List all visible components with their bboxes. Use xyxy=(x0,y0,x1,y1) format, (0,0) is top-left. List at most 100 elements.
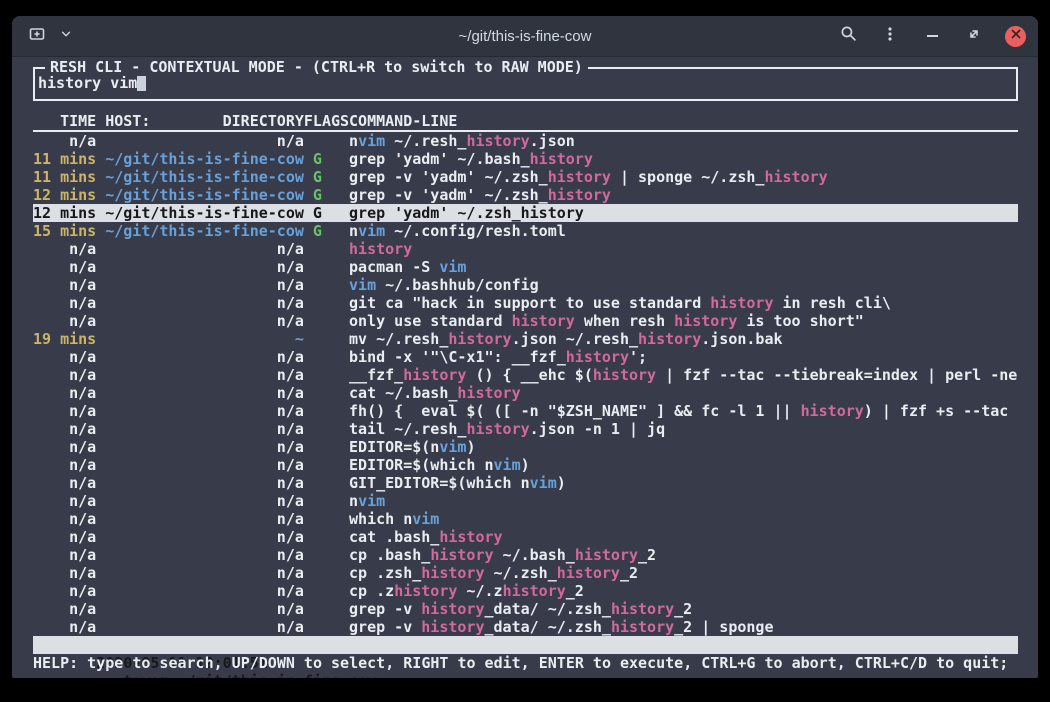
history-row[interactable]: n/a n/avim ~/.bashhub/config xyxy=(33,276,1018,294)
command-cell: only use standard history when resh hist… xyxy=(349,312,1018,330)
gap-cell xyxy=(96,186,105,204)
flags-cell xyxy=(304,420,349,438)
flags-cell xyxy=(304,384,349,402)
host-cell: n/a xyxy=(105,240,304,258)
history-row[interactable]: n/a n/afh() { eval $( ([ -n "$ZSH_NAME" … xyxy=(33,402,1018,420)
time-cell: n/a xyxy=(33,618,96,636)
time-cell: n/a xyxy=(33,528,96,546)
time-cell: n/a xyxy=(33,600,96,618)
history-row[interactable]: n/a n/anvim xyxy=(33,492,1018,510)
command-cell: grep -v 'yadm' ~/.zsh_history | sponge ~… xyxy=(349,168,1018,186)
new-tab-icon xyxy=(29,26,45,47)
time-cell: n/a xyxy=(33,258,96,276)
host-cell: n/a xyxy=(105,546,304,564)
command-cell: grep -v history_data/ ~/.zsh_history_2 |… xyxy=(349,618,1018,636)
history-row[interactable]: n/a n/acp .zhistory ~/.zhistory_2 xyxy=(33,582,1018,600)
flags-cell xyxy=(304,474,349,492)
host-cell: ~/git/this-is-fine-cow xyxy=(105,222,304,240)
restore-button[interactable] xyxy=(963,25,985,47)
history-row[interactable]: n/a n/a grep -v history_data/ ~/.zsh_hist… xyxy=(33,618,1018,636)
history-row[interactable]: n/a n/a__fzf_history () { __ehc $(histor… xyxy=(33,366,1018,384)
time-cell: n/a xyxy=(33,456,96,474)
tab-dropdown-button[interactable] xyxy=(55,25,77,47)
history-row[interactable]: 15 mins ~/git/this-is-fine-cowGnvim ~/.c… xyxy=(33,222,1018,240)
history-row[interactable]: n/a n/abind -x '"\C-x1": __fzf_history'; xyxy=(33,348,1018,366)
history-row[interactable]: n/a n/a cp .bash_history ~/.bash_history_… xyxy=(33,546,1018,564)
host-cell: ~/git/this-is-fine-cow xyxy=(105,204,304,222)
time-cell: 11 mins xyxy=(33,168,96,186)
host-cell: n/a xyxy=(105,528,304,546)
history-row[interactable]: n/a n/aEDITOR=$(nvim) xyxy=(33,438,1018,456)
command-cell: EDITOR=$(which nvim) xyxy=(349,456,1018,474)
history-row[interactable]: n/a n/agit ca "hack in support to use st… xyxy=(33,294,1018,312)
time-cell: n/a xyxy=(33,510,96,528)
gap-cell xyxy=(96,582,105,600)
gap-cell xyxy=(96,150,105,168)
command-cell: cp .zsh_history ~/.zsh_history_2 xyxy=(349,564,1018,582)
history-row[interactable]: n/a n/atail ~/.resh_history.json -n 1 | … xyxy=(33,420,1018,438)
host-cell: n/a xyxy=(105,492,304,510)
host-cell: n/a xyxy=(105,132,304,150)
command-cell: nvim xyxy=(349,492,1018,510)
gap-cell xyxy=(96,348,105,366)
history-row[interactable]: n/a n/agrep -v history_data/ ~/.zsh_hist… xyxy=(33,600,1018,618)
search-query: history vim xyxy=(38,74,137,92)
host-cell: n/a xyxy=(105,312,304,330)
command-cell: tail ~/.resh_history.json -n 1 | jq xyxy=(349,420,1018,438)
command-cell: git ca "hack in support to use standard … xyxy=(349,294,1018,312)
command-cell: grep 'yadm' ~/.zsh_history xyxy=(349,204,1018,222)
header-host: HOST: xyxy=(105,112,150,130)
history-row[interactable]: n/a n/awhich nvim xyxy=(33,510,1018,528)
history-row[interactable]: 19 mins ~mv ~/.resh_history.json ~/.resh… xyxy=(33,330,1018,348)
command-cell: mv ~/.resh_history.json ~/.resh_history.… xyxy=(349,330,1018,348)
history-row[interactable]: n/a n/apacman -S vim xyxy=(33,258,1018,276)
history-row[interactable]: 11 mins ~/git/this-is-fine-cowGgrep 'yad… xyxy=(33,150,1018,168)
time-cell: n/a xyxy=(33,474,96,492)
flags-cell: G xyxy=(304,204,349,222)
search-button[interactable] xyxy=(837,25,859,47)
history-row[interactable]: n/a n/anvim ~/.resh_history.json xyxy=(33,132,1018,150)
close-button[interactable] xyxy=(1005,26,1026,47)
time-cell: n/a xyxy=(33,402,96,420)
gap-cell xyxy=(96,528,105,546)
host-cell: n/a xyxy=(105,582,304,600)
time-cell: n/a xyxy=(33,546,96,564)
gap-cell xyxy=(96,330,105,348)
header-command-line: COMMAND-LINE xyxy=(349,112,1018,130)
flags-cell: G xyxy=(304,168,349,186)
history-row[interactable]: n/a n/a EDITOR=$(which nvim) xyxy=(33,456,1018,474)
history-row[interactable]: n/a n/acat ~/.bash_history xyxy=(33,384,1018,402)
history-row[interactable]: n/a n/a cat .bash_history xyxy=(33,528,1018,546)
gap-cell xyxy=(96,438,105,456)
gap-cell xyxy=(96,312,105,330)
menu-button[interactable] xyxy=(879,25,901,47)
flags-cell xyxy=(304,276,349,294)
host-cell: n/a xyxy=(105,438,304,456)
gap-cell xyxy=(96,420,105,438)
tab-dropdown-chevron-icon xyxy=(60,27,72,45)
history-row[interactable]: n/a n/aGIT_EDITOR=$(which nvim) xyxy=(33,474,1018,492)
header-host-directory: HOST:DIRECTORY xyxy=(105,112,304,130)
history-row[interactable]: 11 mins ~/git/this-is-fine-cowGgrep -v '… xyxy=(33,168,1018,186)
gap-cell xyxy=(96,276,105,294)
close-icon xyxy=(1010,27,1022,45)
host-cell: n/a xyxy=(105,618,304,636)
terminal-content: RESH CLI - CONTEXTUAL MODE - (CTRL+R to … xyxy=(12,57,1038,678)
history-row[interactable]: n/a n/aonly use standard history when re… xyxy=(33,312,1018,330)
flags-cell xyxy=(304,330,349,348)
history-row[interactable]: n/a n/ahistory xyxy=(33,240,1018,258)
minimize-button[interactable] xyxy=(921,25,943,47)
gap-cell xyxy=(96,204,105,222)
history-row[interactable]: 12 mins ~/git/this-is-fine-cowGgrep 'yad… xyxy=(33,204,1018,222)
history-row[interactable]: 12 mins ~/git/this-is-fine-cowGgrep -v '… xyxy=(33,186,1018,204)
time-cell: n/a xyxy=(33,582,96,600)
time-cell: 12 mins xyxy=(33,186,96,204)
new-tab-button[interactable] xyxy=(26,25,48,47)
text-cursor xyxy=(137,75,146,91)
history-row[interactable]: n/a n/acp .zsh_history ~/.zsh_history_2 xyxy=(33,564,1018,582)
host-cell: ~ xyxy=(105,330,304,348)
titlebar[interactable]: ~/git/this-is-fine-cow xyxy=(12,16,1038,57)
command-cell: cp .bash_history ~/.bash_history_2 xyxy=(349,546,1018,564)
command-cell: cat .bash_history xyxy=(349,528,1018,546)
host-cell: n/a xyxy=(105,456,304,474)
